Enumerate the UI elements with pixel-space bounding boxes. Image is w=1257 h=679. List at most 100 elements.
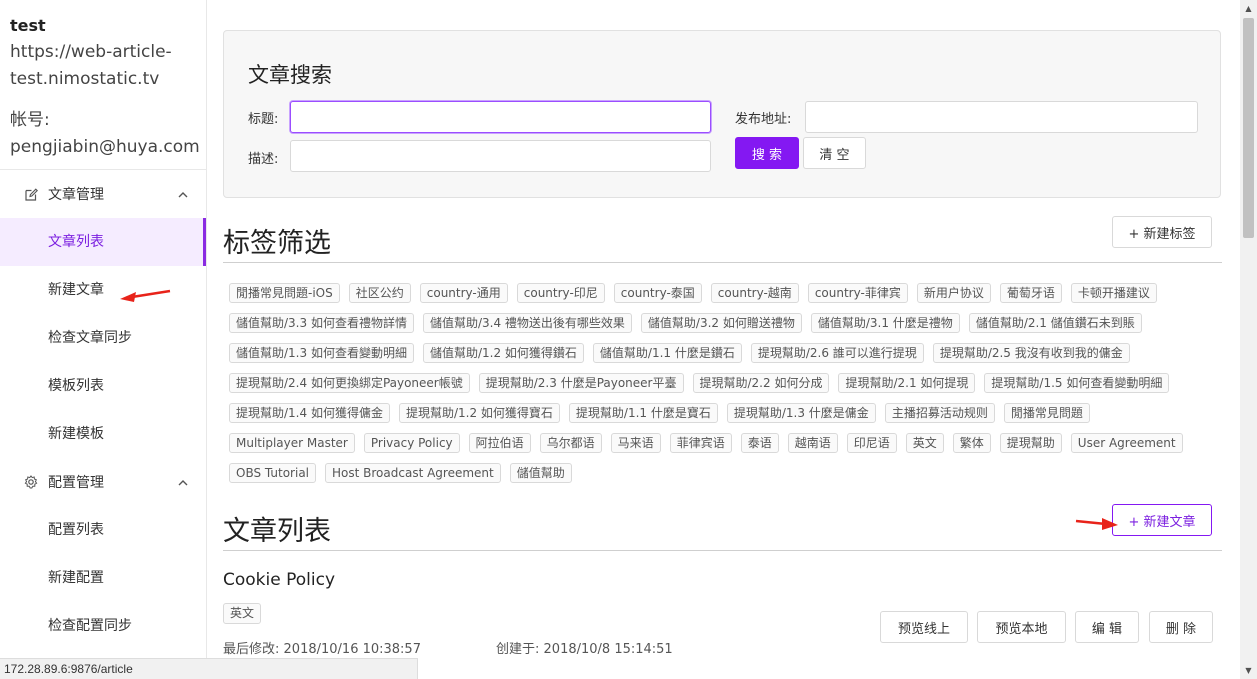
annotation-arrow-icon [120,289,171,302]
filter-tag[interactable]: 提現幫助/1.1 什麼是寶石 [568,403,718,423]
tag-list: 閒播常見問題-iOS 社区公约 country-通用 country-印尼 countr… [229,283,1219,493]
sidebar: test https://web-article- test.nimostati… [0,0,207,679]
filter-tag[interactable]: 新用户协议 [916,283,991,303]
filter-tag[interactable]: 提現幫助/1.3 什麼是傭金 [726,403,876,423]
modified-label: 最后修改: [223,642,280,657]
clear-button[interactable]: 清 空 [803,137,866,169]
main-content: 文章搜索 标题: 描述: 发布地址: 搜 索 清 空 标签筛选 + 新建标签 閒… [207,0,1240,679]
filter-tag[interactable]: country-菲律宾 [807,283,908,303]
filter-tag[interactable]: 菲律宾语 [669,433,732,453]
filter-tag[interactable]: OBS Tutorial [229,463,317,483]
user-url-line2: test.nimostatic.tv [10,69,160,89]
new-tag-button[interactable]: + 新建标签 [1112,216,1212,248]
sidebar-item-config-list[interactable]: 配置列表 [0,506,206,554]
filter-tag[interactable]: country-印尼 [516,283,605,303]
title-search-input[interactable] [290,101,711,133]
filter-tag[interactable]: 閒播常見問題 [1003,403,1090,423]
search-button[interactable]: 搜 索 [735,137,799,169]
search-panel-title: 文章搜索 [248,63,332,87]
filter-tag[interactable]: 阿拉伯语 [468,433,531,453]
filter-tag[interactable]: 马来语 [610,433,661,453]
filter-tag[interactable]: 主播招募活动规则 [884,403,995,423]
user-url-line1: https://web-article- [10,42,172,62]
gear-icon [24,475,38,489]
filter-tag[interactable]: 提現幫助/1.4 如何獲得傭金 [229,403,390,423]
filter-tag[interactable]: 泰语 [740,433,779,453]
filter-tag[interactable]: 儲值幫助 [509,463,572,483]
sidebar-item-template-list[interactable]: 模板列表 [0,362,206,410]
filter-tag[interactable]: 印尼语 [846,433,897,453]
scroll-down-icon[interactable]: ▼ [1240,662,1257,679]
sidebar-item-new-config[interactable]: 新建配置 [0,554,206,602]
sidebar-item-article-list[interactable]: 文章列表 [0,218,206,266]
annotation-arrow-icon [1075,518,1118,530]
new-article-button[interactable]: + 新建文章 [1112,504,1212,536]
filter-tag[interactable]: Multiplayer Master [229,433,355,453]
tag-filter-title: 标签筛选 [223,228,331,259]
chevron-up-icon [178,476,188,489]
sidebar-item-check-article-sync[interactable]: 检查文章同步 [0,314,206,362]
filter-tag[interactable]: User Agreement [1070,433,1183,453]
delete-button[interactable]: 删 除 [1149,611,1213,643]
nav-group-article-management[interactable]: 文章管理 [0,170,206,218]
desc-search-input[interactable] [290,140,711,172]
article-modified: 最后修改: 2018/10/16 10:38:57 [223,638,421,657]
edit-button[interactable]: 编 辑 [1075,611,1139,643]
filter-tag[interactable]: 葡萄牙语 [999,283,1062,303]
filter-tag[interactable]: 提現幫助/2.1 如何提現 [838,373,976,393]
filter-tag[interactable]: country-泰国 [613,283,702,303]
filter-tag[interactable]: 越南语 [787,433,838,453]
article-list-title: 文章列表 [223,516,331,547]
filter-tag[interactable]: Host Broadcast Agreement [325,463,501,483]
status-bar-url: 172.28.89.6:9876/article [0,658,418,679]
user-name: test [10,16,46,35]
filter-tag[interactable]: 閒播常見問題-iOS [229,283,340,303]
filter-tag[interactable]: 提現幫助/2.3 什麼是Payoneer平臺 [478,373,684,393]
modified-value: 2018/10/16 10:38:57 [283,642,421,657]
search-panel: 文章搜索 标题: 描述: 发布地址: 搜 索 清 空 [223,30,1221,198]
filter-tag[interactable]: 儲值幫助/1.3 如何查看變動明細 [229,343,414,363]
addr-field-label: 发布地址: [735,112,792,127]
filter-tag[interactable]: country-通用 [419,283,508,303]
chevron-up-icon [178,188,188,201]
filter-tag[interactable]: 提現幫助/1.5 如何查看變動明細 [984,373,1170,393]
filter-tag[interactable]: 乌尔都语 [539,433,602,453]
article-title[interactable]: Cookie Policy [223,570,335,590]
filter-tag[interactable]: 英文 [905,433,944,453]
filter-tag[interactable]: 儲值幫助/1.2 如何獲得鑽石 [422,343,584,363]
scrollbar-thumb[interactable] [1243,18,1254,238]
preview-online-button[interactable]: 预览线上 [880,611,968,643]
created-value: 2018/10/8 15:14:51 [543,642,673,657]
filter-tag[interactable]: 社区公约 [348,283,411,303]
tag-filter-divider [223,262,1222,263]
filter-tag[interactable]: Privacy Policy [363,433,460,453]
desc-field-label: 描述: [248,152,279,167]
filter-tag[interactable]: 儲值幫助/2.1 儲值鑽石未到賬 [968,313,1142,333]
filter-tag[interactable]: 提現幫助/2.4 如何更換綁定Payoneer帳號 [229,373,470,393]
title-field-label: 标题: [248,112,279,127]
nav-group-config-management[interactable]: 配置管理 [0,458,206,506]
article-created: 创建于: 2018/10/8 15:14:51 [496,638,673,657]
filter-tag[interactable]: 繁体 [952,433,991,453]
filter-tag[interactable]: 提現幫助/2.6 誰可以進行提現 [750,343,924,363]
sidebar-item-new-article[interactable]: 新建文章 [0,266,206,314]
filter-tag[interactable]: 儲值幫助/3.2 如何贈送禮物 [640,313,802,333]
filter-tag[interactable]: 儲值幫助/3.3 如何查看禮物詳情 [229,313,414,333]
filter-tag[interactable]: 儲值幫助/3.4 禮物送出後有哪些效果 [422,313,632,333]
preview-local-button[interactable]: 预览本地 [977,611,1066,643]
created-label: 创建于: [496,642,540,657]
scroll-up-icon[interactable]: ▲ [1240,0,1257,17]
article-list-divider [223,550,1222,551]
sidebar-item-new-template[interactable]: 新建模板 [0,410,206,458]
filter-tag[interactable]: 儲值幫助/1.1 什麼是鑽石 [592,343,742,363]
filter-tag[interactable]: country-越南 [710,283,799,303]
addr-search-input[interactable] [805,101,1198,133]
filter-tag[interactable]: 儲值幫助/3.1 什麼是禮物 [810,313,960,333]
filter-tag[interactable]: 提現幫助/1.2 如何獲得寶石 [398,403,560,423]
filter-tag[interactable]: 提現幫助/2.5 我沒有收到我的傭金 [932,343,1130,363]
sidebar-item-check-config-sync[interactable]: 检查配置同步 [0,602,206,650]
filter-tag[interactable]: 提現幫助 [999,433,1062,453]
filter-tag[interactable]: 卡顿开播建议 [1070,283,1157,303]
nav-group-label: 文章管理 [48,187,104,203]
filter-tag[interactable]: 提現幫助/2.2 如何分成 [692,373,830,393]
